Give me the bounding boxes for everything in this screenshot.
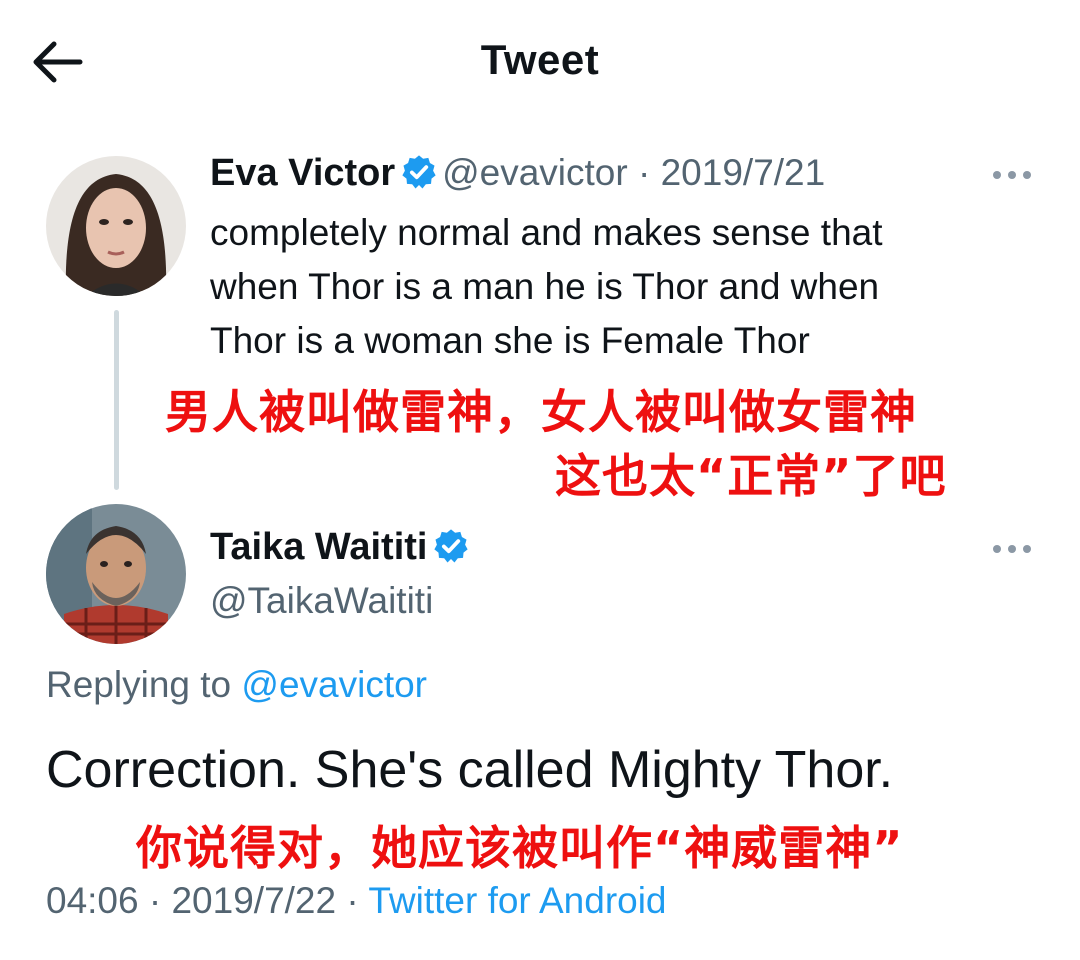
tweet2-text: Correction. She's called Mighty Thor. xyxy=(46,741,894,799)
tweet2-author-name-row: Taika Waititi xyxy=(210,526,470,569)
avatar-taika-waititi[interactable] xyxy=(46,504,186,644)
tweet1-text-line: Thor is a woman she is Female Thor xyxy=(210,320,810,361)
chinese-caption-line: 这也太“正常”了吧 xyxy=(555,449,947,503)
replying-to: Replying to @evavictor xyxy=(46,664,427,706)
replying-to-label: Replying to xyxy=(46,664,232,705)
tweet1-header: Eva Victor @evavictor · 2019/7/21 xyxy=(210,152,825,195)
replying-to-handle-link[interactable]: @evavictor xyxy=(241,664,427,705)
tweet1-date[interactable]: 2019/7/21 xyxy=(661,152,826,193)
tweet-date: 2019/7/22 xyxy=(171,880,337,921)
tweet-time: 04:06 xyxy=(46,880,139,921)
tweet1-text: completely normal and makes sense that w… xyxy=(210,206,1010,368)
tweet1-text-line: completely normal and makes sense that xyxy=(210,212,883,253)
verified-badge-icon xyxy=(400,153,438,191)
more-options-icon[interactable] xyxy=(990,168,1034,182)
tweet-metadata: 04:06 · 2019/7/22 · Twitter for Android xyxy=(46,880,667,922)
tweet1-text-line: when Thor is a man he is Thor and when xyxy=(210,266,880,307)
separator-dot: · xyxy=(346,880,359,921)
verified-badge-icon xyxy=(432,527,470,565)
thread-connector-line xyxy=(114,310,119,490)
separator-dot: · xyxy=(638,152,651,193)
tweet2-handle[interactable]: @TaikaWaititi xyxy=(210,580,433,622)
more-options-icon[interactable] xyxy=(990,542,1034,556)
tweet1-handle[interactable]: @evavictor xyxy=(442,152,628,193)
tweet2-author-name[interactable]: Taika Waititi xyxy=(210,526,427,568)
avatar-eva-victor[interactable] xyxy=(46,156,186,296)
page-title: Tweet xyxy=(480,36,600,83)
chinese-caption-line: 你说得对，她应该被叫作“神威雷神” xyxy=(136,821,904,875)
tweet-source-link[interactable]: Twitter for Android xyxy=(368,880,666,921)
separator-dot: · xyxy=(148,880,162,921)
tweet1-author-name[interactable]: Eva Victor xyxy=(210,152,395,194)
chinese-caption-line: 男人被叫做雷神，女人被叫做女雷神 xyxy=(165,385,917,439)
